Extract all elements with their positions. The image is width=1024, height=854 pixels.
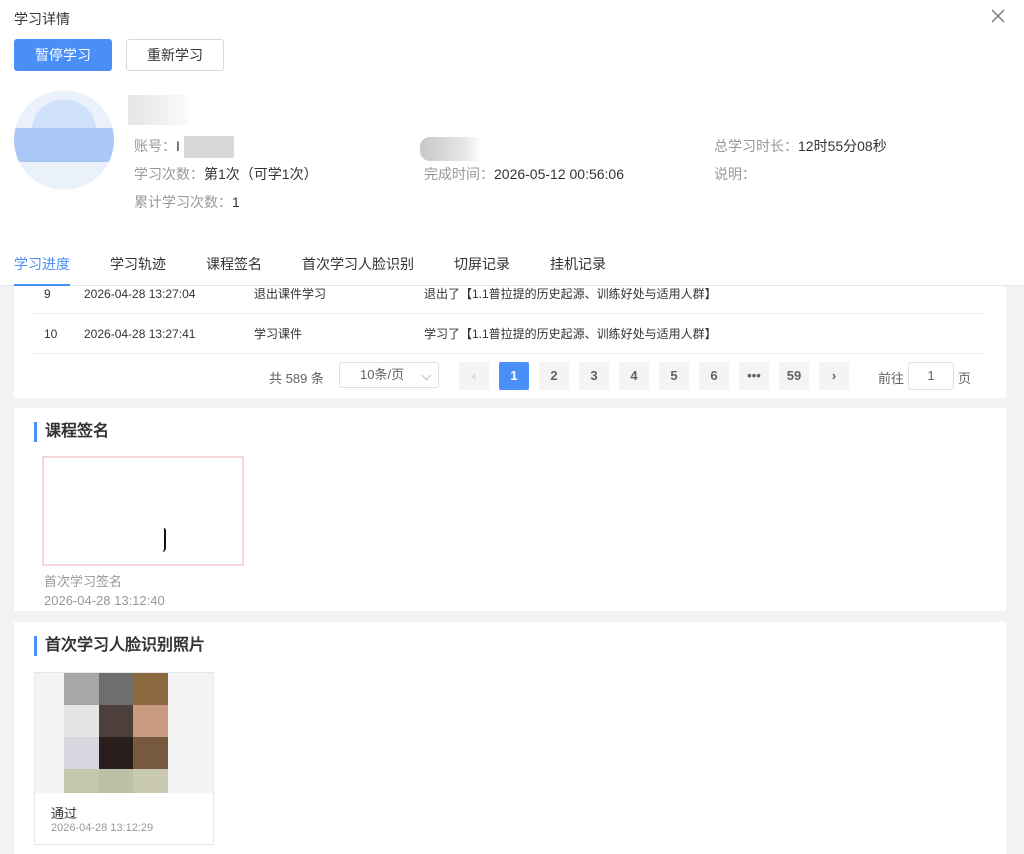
goto-page-input[interactable]: 1	[908, 362, 954, 390]
face-photo-item[interactable]: 通过 2026-04-28 13:12:29	[34, 672, 214, 845]
page-button[interactable]: 6	[699, 362, 729, 390]
account-value: I	[176, 138, 180, 154]
chevron-down-icon	[421, 370, 432, 381]
face-section-title: 首次学习人脸识别照片	[34, 636, 205, 656]
page-button[interactable]: 4	[619, 362, 649, 390]
avatar	[14, 90, 114, 190]
restart-study-button[interactable]: 重新学习	[126, 39, 224, 71]
tab-face-recognition[interactable]: 首次学习人脸识别	[302, 254, 414, 274]
duration-value: 12时55分08秒	[798, 138, 887, 154]
dialog-title: 学习详情	[14, 11, 70, 27]
goto-label: 前往	[878, 371, 905, 386]
account-label: 账号：	[134, 138, 176, 154]
dialog-header: 学习详情 暂停学习 重新学习 账号：I 学习次数：第1次（可学1次） 累计学习次…	[0, 0, 1024, 286]
page-button[interactable]: 59	[779, 362, 809, 390]
page-button[interactable]: 5	[659, 362, 689, 390]
study-count-value: 第1次（可学1次）	[204, 166, 318, 182]
pagination: 共 589 条 10条/页 ‹ 1 2 3 4 5 6 ••• 59 › 前往 …	[14, 362, 1006, 392]
row-action: 退出课件学习	[254, 287, 327, 301]
finish-time-value: 2026-05-12 00:56:06	[494, 166, 624, 182]
tab-screen-switch[interactable]: 切屏记录	[454, 254, 510, 274]
page-size-select[interactable]: 10条/页	[339, 362, 439, 388]
note-info: 说明：	[714, 164, 756, 184]
finish-time-info: 完成时间：2026-05-12 00:56:06	[424, 164, 624, 184]
row-no: 10	[44, 327, 58, 341]
page-suffix: 页	[958, 371, 972, 386]
study-count-info: 学习次数：第1次（可学1次）	[134, 164, 318, 184]
tab-idle[interactable]: 挂机记录	[550, 254, 606, 274]
table-row: 10 2026-04-28 13:27:41 学习课件 学习了【1.1普拉提的历…	[32, 314, 986, 354]
tab-trajectory[interactable]: 学习轨迹	[110, 254, 166, 274]
table-row: 9 2026-04-28 13:27:04 退出课件学习 退出了【1.1普拉提的…	[32, 286, 986, 314]
next-page-button[interactable]: ›	[819, 362, 849, 390]
signature-time: 2026-04-28 13:12:40	[44, 593, 165, 608]
name-blurred	[128, 95, 188, 125]
prev-page-button[interactable]: ‹	[459, 362, 489, 390]
row-time: 2026-04-28 13:27:04	[84, 287, 196, 301]
face-photo	[35, 673, 213, 793]
blurred-field	[420, 137, 482, 161]
pagination-total: 共 589 条	[269, 371, 324, 386]
total-count-info: 累计学习次数：1	[134, 192, 240, 212]
signature-card: 课程签名 首次学习签名 2026-04-28 13:12:40	[14, 408, 1006, 611]
signature-section-title: 课程签名	[34, 422, 109, 442]
page-button[interactable]: 2	[539, 362, 569, 390]
tab-signature[interactable]: 课程签名	[206, 254, 262, 274]
row-action: 学习课件	[254, 327, 303, 341]
row-detail: 退出了【1.1普拉提的历史起源、训练好处与适用人群】	[424, 287, 717, 301]
finish-time-label: 完成时间：	[424, 166, 494, 182]
face-time: 2026-04-28 13:12:29	[51, 822, 154, 834]
row-time: 2026-04-28 13:27:41	[84, 327, 196, 341]
total-count-value: 1	[232, 194, 240, 210]
signature-label: 首次学习签名	[44, 574, 123, 589]
row-detail: 学习了【1.1普拉提的历史起源、训练好处与适用人群】	[424, 327, 717, 341]
row-no: 9	[44, 287, 51, 301]
note-label: 说明：	[714, 166, 756, 182]
signature-stroke	[162, 528, 166, 552]
signature-image[interactable]	[42, 456, 244, 566]
more-pages-button[interactable]: •••	[739, 362, 769, 390]
tab-progress[interactable]: 学习进度	[14, 254, 70, 274]
page-button[interactable]: 3	[579, 362, 609, 390]
pause-study-button[interactable]: 暂停学习	[14, 39, 112, 71]
duration-info: 总学习时长：12时55分08秒	[714, 136, 887, 156]
face-status: 通过	[51, 806, 78, 821]
face-photo-card: 首次学习人脸识别照片 通过 2026-04-28 13:12:29	[14, 622, 1006, 854]
duration-label: 总学习时长：	[714, 138, 798, 154]
page-size-value: 10条/页	[360, 367, 405, 382]
study-count-label: 学习次数：	[134, 166, 204, 182]
tab-bar: 学习进度 学习轨迹 课程签名 首次学习人脸识别 切屏记录 挂机记录	[0, 244, 1024, 286]
progress-table-card: 9 2026-04-28 13:27:04 退出课件学习 退出了【1.1普拉提的…	[14, 286, 1006, 398]
close-icon[interactable]	[988, 6, 1008, 26]
account-info: 账号：I	[134, 136, 234, 159]
total-count-label: 累计学习次数：	[134, 194, 232, 210]
page-button[interactable]: 1	[499, 362, 529, 390]
account-blurred	[183, 136, 234, 159]
